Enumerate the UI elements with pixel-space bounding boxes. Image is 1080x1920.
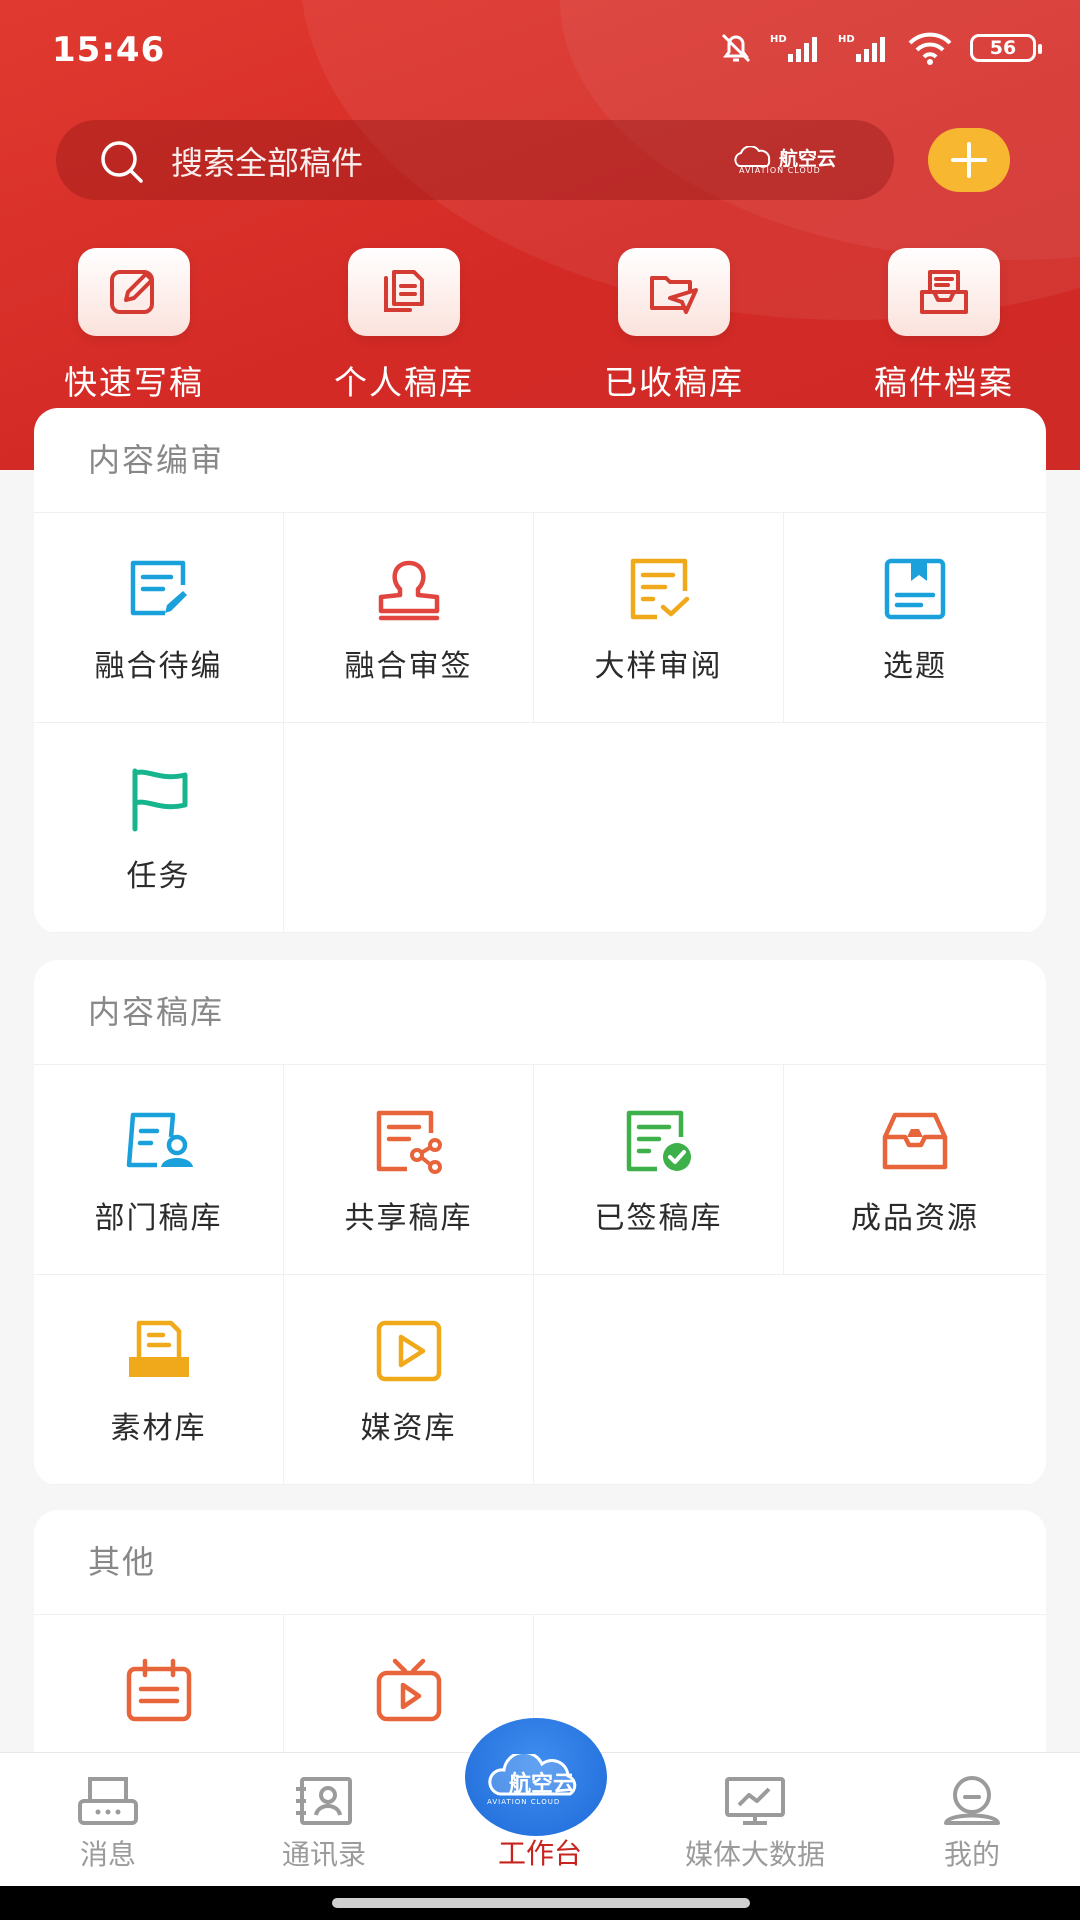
grid-item-label: 任务 [126,859,191,894]
aviation-cloud-logo: 航空云 AVIATION CLOUD [731,144,836,175]
section-title: 内容编审 [34,408,1046,513]
bookmark-book-icon [884,558,946,620]
grid-item-label: 素材库 [110,1411,207,1446]
quick-action-label: 快速写稿 [64,363,204,402]
section-content-library: 内容稿库 部门稿库 共享稿库 已签稿库 成品资源 素材库 媒资库 [34,960,1046,1485]
section-title: 其他 [34,1510,1046,1615]
logo-text-cn: 航空云 [509,1772,576,1797]
grid-item-label: 大样审阅 [594,649,723,684]
grid-item-tasks[interactable]: 任务 [34,723,284,933]
grid-item-topics[interactable]: 选题 [784,513,1046,723]
tab-label: 通讯录 [281,1838,366,1871]
archive-tray-icon [920,270,968,314]
grid-item-pending-edit[interactable]: 融合待编 [34,513,284,723]
tab-label: 消息 [79,1838,136,1871]
signal-icon: HD [770,34,817,62]
quick-action-label: 稿件档案 [874,363,1014,402]
quick-action-personal-library[interactable]: 个人稿库 [314,248,494,404]
search-icon [101,141,143,183]
add-button[interactable] [928,128,1010,192]
grid-empty-cell [284,723,1046,933]
battery-indicator: 56 [970,34,1042,62]
grid-item-media-library[interactable]: 媒资库 [284,1275,534,1485]
contacts-icon [296,1777,352,1825]
tab-workbench-label: 工作台 [497,1837,582,1870]
grid-item-label: 成品资源 [851,1201,979,1236]
quick-action-tile [348,248,460,336]
grid-item-calendar[interactable] [34,1615,284,1770]
grid-item-label: 融合审签 [344,649,473,684]
documents-icon [384,270,424,312]
grid-item-label: 媒资库 [360,1411,457,1446]
svg-text:HD: HD [838,34,855,45]
flag-icon [132,768,187,832]
tab-mine[interactable]: 我的 [872,1775,1072,1873]
section-title: 内容稿库 [34,960,1046,1065]
tab-contacts[interactable]: 通讯录 [224,1775,424,1873]
stamp-icon [378,560,439,621]
grid-item-label: 融合待编 [94,649,223,684]
home-gesture-handle[interactable] [332,1898,750,1908]
status-icons: HD HD 56 [718,30,1042,66]
wifi-icon [908,32,952,65]
edit-document-icon [130,560,187,616]
status-time: 15:46 [52,30,166,70]
quick-action-tile [78,248,190,336]
grid-item-signed-library[interactable]: 已签稿库 [534,1065,784,1275]
grid-empty-cell [534,1275,1046,1485]
quick-action-label: 已收稿库 [604,363,744,402]
grid-item-label: 部门稿库 [94,1201,223,1236]
department-library-icon [126,1112,193,1168]
signal-icon-2: HD [838,34,885,62]
material-library-icon [128,1320,189,1377]
status-bar: 15:46 HD HD 56 [0,0,1080,100]
media-play-icon [376,1320,441,1382]
edit-icon [110,270,154,314]
grid-item-label: 选题 [883,649,947,684]
monitor-chart-icon [725,1777,785,1825]
logo-text-en: AVIATION CLOUD [487,1798,561,1806]
plus-icon [951,142,987,178]
quick-action-tile [618,248,730,336]
folder-send-icon [650,276,698,314]
search-placeholder: 搜索全部稿件 [171,144,364,182]
quick-action-label: 个人稿库 [334,363,474,402]
calendar-icon [126,1658,191,1722]
product-box-icon [882,1112,948,1170]
section-grid: 融合待编 融合审签 大样审阅 选题 任务 [34,513,1046,933]
tab-label: 我的 [943,1838,1000,1871]
grid-item-review-sign[interactable]: 融合审签 [284,513,534,723]
quick-action-received-library[interactable]: 已收稿库 [584,248,764,404]
logo-text-en: AVIATION CLOUD [738,166,821,175]
tab-media-big-data[interactable]: 媒体大数据 [655,1775,855,1873]
grid-item-department-library[interactable]: 部门稿库 [34,1065,284,1275]
tab-workbench[interactable]: 航空云 AVIATION CLOUD [465,1718,607,1836]
section-grid: 部门稿库 共享稿库 已签稿库 成品资源 素材库 媒资库 [34,1065,1046,1485]
grid-item-products[interactable]: 成品资源 [784,1065,1046,1275]
message-printer-icon [78,1777,138,1825]
tv-icon [376,1658,441,1722]
section-content-review: 内容编审 融合待编 融合审签 大样审阅 选题 任务 [34,408,1046,933]
tab-label: 媒体大数据 [684,1838,825,1871]
grid-item-label: 共享稿库 [344,1201,473,1236]
quick-action-tile [888,248,1000,336]
share-document-icon [376,1110,442,1174]
profile-icon [944,1776,1000,1825]
svg-text:HD: HD [770,34,787,45]
check-document-icon [630,558,689,620]
grid-item-label: 已签稿库 [594,1201,723,1236]
grid-item-materials[interactable]: 素材库 [34,1275,284,1485]
search-bar[interactable]: 搜索全部稿件 航空云 AVIATION CLOUD [56,120,894,200]
quick-action-archive[interactable]: 稿件档案 [854,248,1034,404]
quick-action-fast-write[interactable]: 快速写稿 [44,248,224,404]
signed-document-icon [626,1110,691,1172]
tab-messages[interactable]: 消息 [8,1775,208,1873]
system-navigation-bar [0,1886,1080,1920]
mute-bell-icon [721,33,751,63]
grid-item-shared-library[interactable]: 共享稿库 [284,1065,534,1275]
grid-item-proof-review[interactable]: 大样审阅 [534,513,784,723]
